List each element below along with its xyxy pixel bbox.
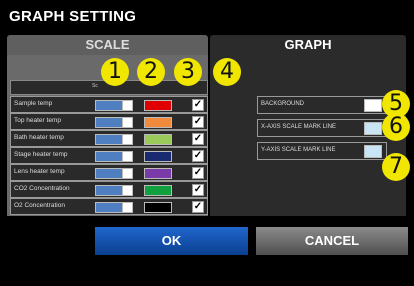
scale-color-swatch[interactable] (95, 151, 125, 162)
graph-row-label: BACKGROUND (261, 101, 305, 107)
graph-row-label: Y-AXIS SCALE MARK LINE (261, 147, 336, 153)
show-checkbox[interactable]: ✓ (192, 167, 204, 179)
row-label: Sample temp (14, 100, 53, 107)
graph-row-label: X-AXIS SCALE MARK LINE (261, 124, 337, 130)
callout-badge-2: 2 (137, 58, 165, 86)
show-checkbox[interactable]: ✓ (192, 116, 204, 128)
graph-color-swatch[interactable] (144, 168, 172, 179)
scale-select-box[interactable] (122, 117, 133, 128)
show-checkbox[interactable]: ✓ (192, 99, 204, 111)
row-label: O2 Concentration (14, 202, 65, 209)
graph-color-swatch[interactable] (144, 100, 172, 111)
graph-setting-row: Y-AXIS SCALE MARK LINE (257, 142, 387, 160)
graph-setting-row: X-AXIS SCALE MARK LINE (257, 119, 387, 137)
scale-color-swatch[interactable] (95, 134, 125, 145)
callout-badge-7: 7 (382, 153, 410, 181)
show-checkbox[interactable]: ✓ (192, 150, 204, 162)
scale-select-box[interactable] (122, 134, 133, 145)
graph-color-swatch[interactable] (364, 99, 382, 112)
callout-badge-1: 1 (101, 58, 129, 86)
graph-color-swatch[interactable] (144, 202, 172, 213)
show-checkbox[interactable]: ✓ (192, 201, 204, 213)
row-label: Bath heater temp (14, 134, 64, 141)
show-checkbox[interactable]: ✓ (192, 133, 204, 145)
table-row: Stage heater temp ✓ (10, 147, 208, 164)
tab-graph[interactable]: GRAPH (210, 35, 406, 55)
dialog-title: GRAPH SETTING (9, 8, 137, 25)
scale-select-box[interactable] (122, 168, 133, 179)
table-row: Bath heater temp ✓ (10, 130, 208, 147)
row-label: CO2 Concentration (14, 185, 70, 192)
graph-color-swatch[interactable] (144, 134, 172, 145)
scale-color-swatch[interactable] (95, 185, 125, 196)
scale-select-box[interactable] (122, 185, 133, 196)
tab-scale[interactable]: SCALE (7, 35, 208, 55)
graph-setting-row: BACKGROUND (257, 96, 387, 114)
table-row: CO2 Concentration ✓ (10, 181, 208, 198)
table-row: Lens heater temp ✓ (10, 164, 208, 181)
scale-color-swatch[interactable] (95, 100, 125, 111)
graph-color-swatch[interactable] (144, 185, 172, 196)
table-row: Top heater temp ✓ (10, 113, 208, 130)
row-label: Lens heater temp (14, 168, 65, 175)
table-row: O2 Concentration ✓ (10, 198, 208, 215)
callout-badge-3: 3 (174, 58, 202, 86)
graph-setting-dialog: GRAPH SETTING SCALE GRAPH Sc Sample temp… (0, 0, 414, 286)
scale-select-box[interactable] (122, 151, 133, 162)
scale-color-swatch[interactable] (95, 117, 125, 128)
graph-color-swatch[interactable] (144, 151, 172, 162)
scale-select-box[interactable] (122, 202, 133, 213)
table-row: Sample temp ✓ (10, 96, 208, 113)
show-checkbox[interactable]: ✓ (192, 184, 204, 196)
graph-color-swatch[interactable] (364, 122, 382, 135)
scale-color-swatch[interactable] (95, 202, 125, 213)
scale-color-swatch[interactable] (95, 168, 125, 179)
graph-color-swatch[interactable] (144, 117, 172, 128)
graph-color-swatch[interactable] (364, 145, 382, 158)
row-label: Top heater temp (14, 117, 61, 124)
callout-badge-4: 4 (213, 58, 241, 86)
scale-select-box[interactable] (122, 100, 133, 111)
header-scale: Sc (92, 83, 98, 89)
cancel-button[interactable]: CANCEL (256, 227, 408, 255)
row-label: Stage heater temp (14, 151, 68, 158)
ok-button[interactable]: OK (95, 227, 248, 255)
callout-badge-6: 6 (382, 113, 410, 141)
